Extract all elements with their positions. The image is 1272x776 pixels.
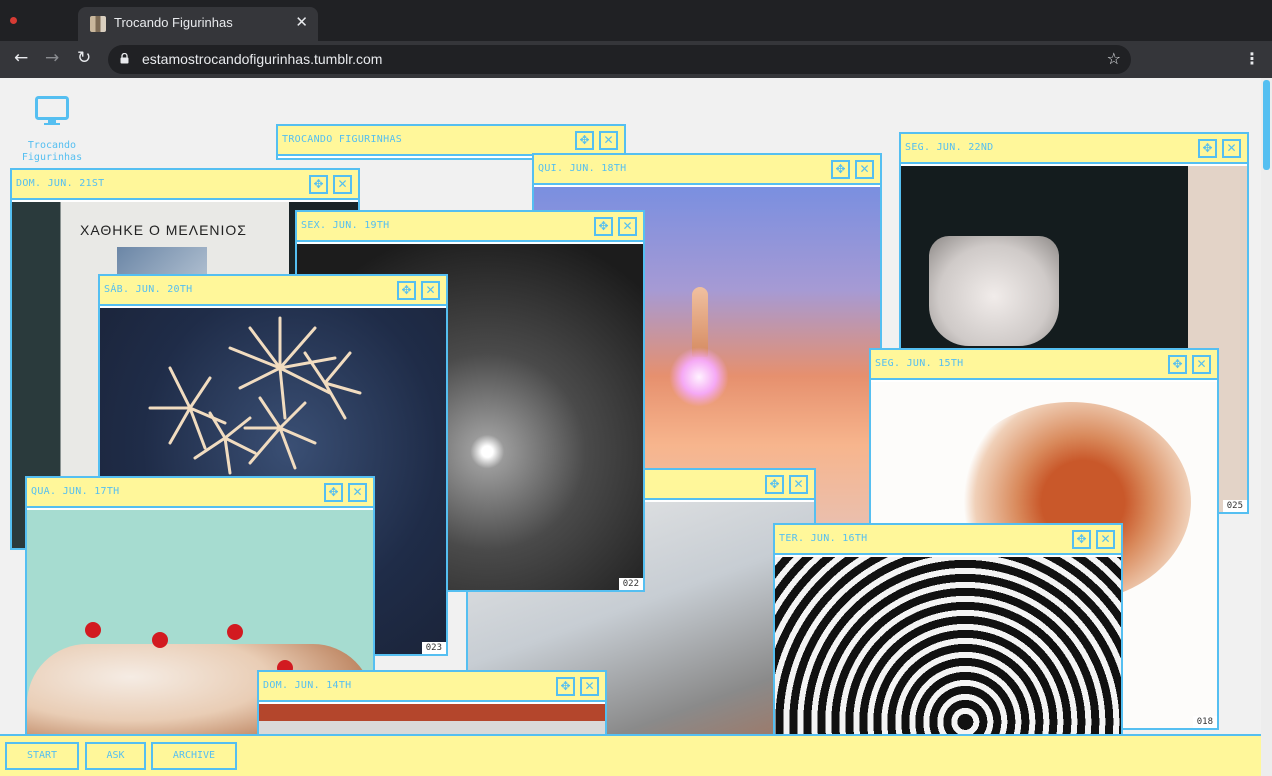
window-titlebar[interactable]: SEG. JUN. 15TH ✥ ✕ [871, 350, 1217, 380]
reload-icon[interactable]: ↻ [77, 48, 91, 68]
post-number: 018 [1192, 716, 1217, 728]
browser-toolbar: ← → ↻ estamostrocandofigurinhas.tumblr.c… [0, 41, 1272, 78]
poster-caption: ΧΑΘΗΚΕ Ο ΜΕΛΕΝΙΟΣ [80, 222, 247, 238]
window-title: TROCANDO FIGURINHAS [282, 134, 403, 145]
browser-tabbar: Trocando Figurinhas ✕ [0, 0, 1272, 41]
move-icon[interactable]: ✥ [1198, 139, 1217, 158]
window-close-dot[interactable] [10, 17, 17, 24]
move-icon[interactable]: ✥ [1168, 355, 1187, 374]
close-icon[interactable]: ✕ [618, 217, 637, 236]
desktop-icon-label: Trocando Figurinhas [21, 140, 83, 163]
move-icon[interactable]: ✥ [324, 483, 343, 502]
close-icon[interactable]: ✕ [580, 677, 599, 696]
scrollbar-thumb[interactable] [1263, 80, 1270, 170]
close-icon[interactable]: ✕ [1222, 139, 1241, 158]
window-title: SEX. JUN. 19TH [301, 220, 390, 231]
tab-title: Trocando Figurinhas [114, 15, 233, 30]
window-title: QUI. JUN. 18TH [538, 163, 627, 174]
post-number: 023 [421, 642, 446, 654]
address-bar[interactable]: estamostrocandofigurinhas.tumblr.com ☆ [108, 45, 1131, 74]
window-titlebar[interactable]: SEX. JUN. 19TH ✥ ✕ [297, 212, 643, 242]
desktop-icon-trocando[interactable]: Trocando Figurinhas [18, 96, 86, 164]
close-icon[interactable]: ✕ [333, 175, 352, 194]
spiral-image [775, 557, 1121, 751]
move-icon[interactable]: ✥ [575, 131, 594, 150]
window-title: SEG. JUN. 22ND [905, 142, 994, 153]
close-icon[interactable]: ✕ [789, 475, 808, 494]
tumblr-favicon-icon [90, 16, 106, 32]
post-number: 025 [1222, 500, 1247, 512]
close-icon[interactable]: ✕ [599, 131, 618, 150]
window-jun-16[interactable]: TER. JUN. 16TH ✥ ✕ [773, 523, 1123, 753]
window-titlebar[interactable]: TROCANDO FIGURINHAS ✥ ✕ [278, 126, 624, 156]
close-icon[interactable]: ✕ [421, 281, 440, 300]
close-icon[interactable]: ✕ [348, 483, 367, 502]
close-icon[interactable]: ✕ [1096, 530, 1115, 549]
post-number: 022 [618, 578, 643, 590]
tab-close-icon[interactable]: ✕ [295, 13, 308, 31]
move-icon[interactable]: ✥ [831, 160, 850, 179]
move-icon[interactable]: ✥ [1072, 530, 1091, 549]
window-titlebar[interactable]: TER. JUN. 16TH ✥ ✕ [775, 525, 1121, 555]
browser-menu-icon[interactable]: ⋮ [1244, 49, 1260, 68]
taskbar: START ASK ARCHIVE [0, 734, 1261, 776]
move-icon[interactable]: ✥ [556, 677, 575, 696]
bookmark-star-icon[interactable]: ☆ [1107, 49, 1121, 68]
monitor-icon [35, 96, 69, 125]
window-title: QUA. JUN. 17TH [31, 486, 120, 497]
start-button[interactable]: START [5, 742, 79, 770]
lock-icon [120, 53, 129, 64]
archive-button[interactable]: ARCHIVE [151, 742, 237, 770]
window-titlebar[interactable]: QUI. JUN. 18TH ✥ ✕ [534, 155, 880, 185]
url-text[interactable]: estamostrocandofigurinhas.tumblr.com [142, 51, 382, 67]
move-icon[interactable]: ✥ [765, 475, 784, 494]
window-title: DOM. JUN. 21ST [16, 178, 105, 189]
close-icon[interactable]: ✕ [855, 160, 874, 179]
page-content: Trocando Figurinhas TROCANDO FIGURINHAS … [0, 78, 1272, 776]
window-titlebar[interactable]: DOM. JUN. 21ST ✥ ✕ [12, 170, 358, 200]
window-titlebar[interactable]: DOM. JUN. 14TH ✥ ✕ [259, 672, 605, 702]
window-title: DOM. JUN. 14TH [263, 680, 352, 691]
move-icon[interactable]: ✥ [397, 281, 416, 300]
window-titlebar[interactable]: SEG. JUN. 22ND ✥ ✕ [901, 134, 1247, 164]
move-icon[interactable]: ✥ [309, 175, 328, 194]
back-icon[interactable]: ← [14, 48, 28, 68]
window-titlebar[interactable]: SÁB. JUN. 20TH ✥ ✕ [100, 276, 446, 306]
page-scrollbar[interactable] [1261, 78, 1272, 776]
window-title: SÁB. JUN. 20TH [104, 284, 193, 295]
forward-icon[interactable]: → [45, 48, 59, 68]
ask-button[interactable]: ASK [85, 742, 146, 770]
window-titlebar[interactable]: QUA. JUN. 17TH ✥ ✕ [27, 478, 373, 508]
window-title: TER. JUN. 16TH [779, 533, 868, 544]
move-icon[interactable]: ✥ [594, 217, 613, 236]
window-title: SEG. JUN. 15TH [875, 358, 964, 369]
browser-tab[interactable]: Trocando Figurinhas ✕ [78, 7, 318, 41]
close-icon[interactable]: ✕ [1192, 355, 1211, 374]
